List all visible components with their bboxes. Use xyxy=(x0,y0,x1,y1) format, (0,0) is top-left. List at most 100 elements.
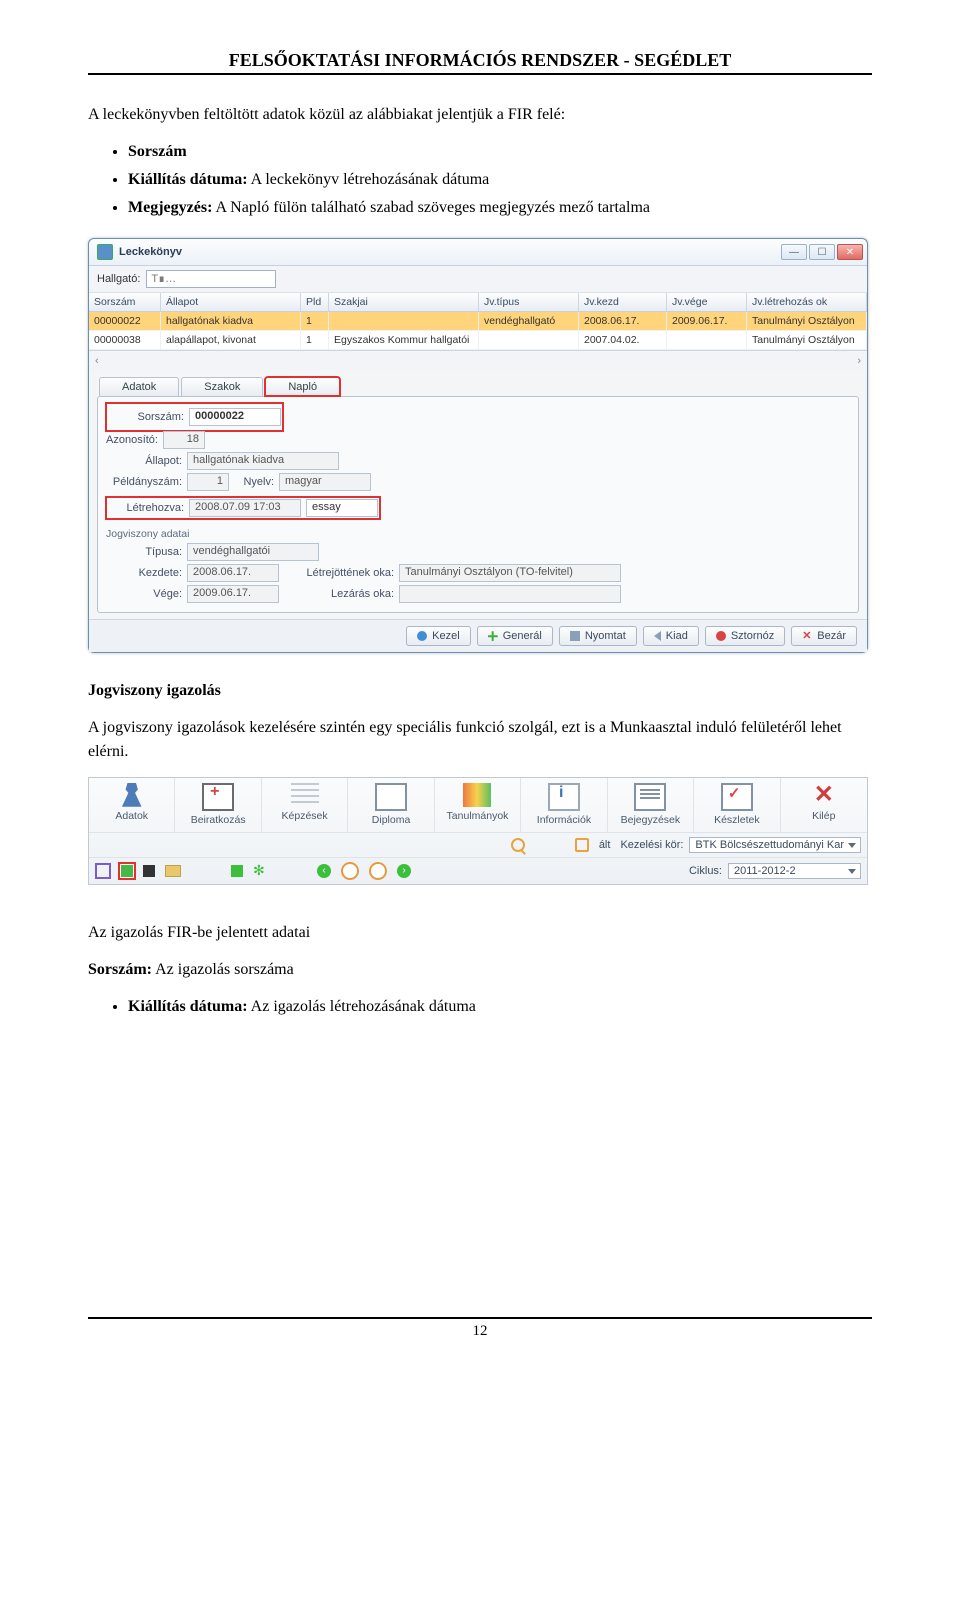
cell: 2007.04.02. xyxy=(579,331,667,350)
label: Sorszám: xyxy=(88,961,152,978)
next-circle-icon[interactable] xyxy=(397,864,411,878)
tb-diploma[interactable]: Diploma xyxy=(348,778,434,832)
orange-circle2-icon[interactable] xyxy=(369,862,387,880)
tb-beiratkozas[interactable]: Beiratkozás xyxy=(175,778,261,832)
ciklus-select[interactable]: 2011-2012-2 xyxy=(728,863,861,879)
b3-kiallitas-text: Az igazolás létrehozásának dátuma xyxy=(248,998,476,1015)
table-row[interactable]: 00000038 alapállapot, kivonat 1 Egyszako… xyxy=(89,331,867,350)
mail-icon[interactable] xyxy=(165,865,181,877)
table-row[interactable]: 00000022 hallgatónak kiadva 1 vendéghall… xyxy=(89,312,867,331)
nyelv-label: Nyelv: xyxy=(234,476,274,488)
leckekonyv-window: Leckekönyv — ☐ ✕ Hallgató: T∎… Sorszám Á… xyxy=(88,238,868,653)
tb-keszletek[interactable]: Készletek xyxy=(694,778,780,832)
green-asterisk-icon[interactable] xyxy=(231,865,243,877)
grid-header: Sorszám Állapot Pld Szakjai Jv.típus Jv.… xyxy=(89,293,867,312)
cell: 2009.06.17. xyxy=(667,312,747,331)
tab-adatok[interactable]: Adatok xyxy=(99,377,179,396)
label: Képzések xyxy=(265,810,344,822)
grid-scrollbar[interactable]: ‹› xyxy=(89,350,867,371)
col-allapot[interactable]: Állapot xyxy=(161,293,301,311)
tipusa-field: vendéghallgatói xyxy=(187,543,319,561)
lok-label: Létrejöttének oka: xyxy=(284,567,394,579)
b1-kiallitas: Kiállítás dátuma: xyxy=(128,171,248,188)
tb-bejegyzesek[interactable]: Bejegyzések xyxy=(608,778,694,832)
nyomtat-button[interactable]: Nyomtat xyxy=(559,626,637,646)
hallgato-label: Hallgató: xyxy=(97,273,140,285)
cell xyxy=(479,331,579,350)
essay-field[interactable]: essay xyxy=(306,499,378,517)
save-icon[interactable] xyxy=(143,865,155,877)
general-button[interactable]: Generál xyxy=(477,626,553,646)
bezar-button[interactable]: ✕Bezár xyxy=(791,626,857,646)
close-icon: ✕ xyxy=(802,631,812,641)
toolbar-screenshot: Adatok Beiratkozás Képzések Diploma Tanu… xyxy=(88,777,868,885)
cell: Egyszakos Kommur hallgatói xyxy=(329,331,479,350)
sztornoz-button[interactable]: Sztornóz xyxy=(705,626,785,646)
orange-box-icon[interactable] xyxy=(575,838,589,852)
paragraph-jogviszony: A jogviszony igazolások kezelésére szint… xyxy=(88,716,872,762)
maximize-button[interactable]: ☐ xyxy=(809,244,835,260)
allapot-field: hallgatónak kiadva xyxy=(187,452,339,470)
col-jvtipus[interactable]: Jv.típus xyxy=(479,293,579,311)
green-square-highlight-icon[interactable] xyxy=(121,865,133,877)
nyelv-field: magyar xyxy=(279,473,371,491)
col-jvok[interactable]: Jv.létrehozás ok xyxy=(747,293,867,311)
label: Kiad xyxy=(666,630,688,642)
heading-jogviszony: Jogviszony igazolás xyxy=(88,679,872,702)
kiad-button[interactable]: Kiad xyxy=(643,626,699,646)
alt-label: ált xyxy=(599,839,611,851)
page-header: FELSŐOKTATÁSI INFORMÁCIÓS RENDSZER - SEG… xyxy=(88,50,872,71)
window-title: Leckekönyv xyxy=(119,246,182,258)
tab-naplo[interactable]: Napló xyxy=(265,377,340,396)
document-icon xyxy=(375,783,407,811)
col-jvvege[interactable]: Jv.vége xyxy=(667,293,747,311)
ciklus-label: Ciklus: xyxy=(689,865,722,877)
sorszam-field[interactable]: 00000022 xyxy=(189,408,281,426)
tree-icon xyxy=(291,783,319,807)
label: Beiratkozás xyxy=(178,814,257,826)
vege-label: Vége: xyxy=(106,588,182,600)
kezkor-select[interactable]: BTK Bölcsészettudományi Kar xyxy=(689,837,861,853)
kezel-button[interactable]: Kezel xyxy=(406,626,471,646)
col-pld[interactable]: Pld xyxy=(301,293,329,311)
label: Adatok xyxy=(92,810,171,822)
form-pane: Sorszám: 00000022 Azonosító: 18 Állapot:… xyxy=(97,396,859,613)
col-sorszam[interactable]: Sorszám xyxy=(89,293,161,311)
cell: alapállapot, kivonat xyxy=(161,331,301,350)
tb-kepzesek[interactable]: Képzések xyxy=(262,778,348,832)
tb-adatok[interactable]: Adatok xyxy=(89,778,175,832)
label: Készletek xyxy=(697,814,776,826)
prev-circle-icon[interactable] xyxy=(317,864,331,878)
b3-kiallitas: Kiállítás dátuma: xyxy=(128,998,248,1015)
cell: 2008.06.17. xyxy=(579,312,667,331)
tab-szakok[interactable]: Szakok xyxy=(181,377,263,396)
vege-field: 2009.06.17. xyxy=(187,585,279,603)
pld-label: Példányszám: xyxy=(106,476,182,488)
orange-circle-icon[interactable] xyxy=(341,862,359,880)
exit-icon: ✕ xyxy=(810,783,838,807)
tb-kilep[interactable]: ✕ Kilép xyxy=(781,778,867,832)
hallgato-field[interactable]: T∎… xyxy=(146,270,276,288)
checklist-icon xyxy=(721,783,753,811)
green-cross-icon[interactable]: ✻ xyxy=(253,864,267,878)
azon-label: Azonosító: xyxy=(106,434,158,446)
label: Kilép xyxy=(784,810,864,822)
information-icon xyxy=(548,783,580,811)
letre-label: Létrehozva: xyxy=(108,502,184,514)
close-button[interactable]: ✕ xyxy=(837,244,863,260)
purple-square-icon[interactable] xyxy=(95,863,111,879)
label: Tanulmányok xyxy=(438,810,517,822)
tb-informaciok[interactable]: Információk xyxy=(521,778,607,832)
sorszam-line: Sorszám: Az igazolás sorszáma xyxy=(88,958,872,981)
cell xyxy=(667,331,747,350)
footer-rule xyxy=(88,1317,872,1319)
page-number: 12 xyxy=(88,1323,872,1340)
col-szakjai[interactable]: Szakjai xyxy=(329,293,479,311)
magnifier-icon[interactable] xyxy=(511,838,525,852)
minimize-button[interactable]: — xyxy=(781,244,807,260)
col-jvkezd[interactable]: Jv.kezd xyxy=(579,293,667,311)
jogviszony-group: Jogviszony adatai xyxy=(106,528,850,540)
tb-tanulmanyok[interactable]: Tanulmányok xyxy=(435,778,521,832)
intro-paragraph: A leckekönyvben feltöltött adatok közül … xyxy=(88,103,872,126)
print-icon xyxy=(570,631,580,641)
